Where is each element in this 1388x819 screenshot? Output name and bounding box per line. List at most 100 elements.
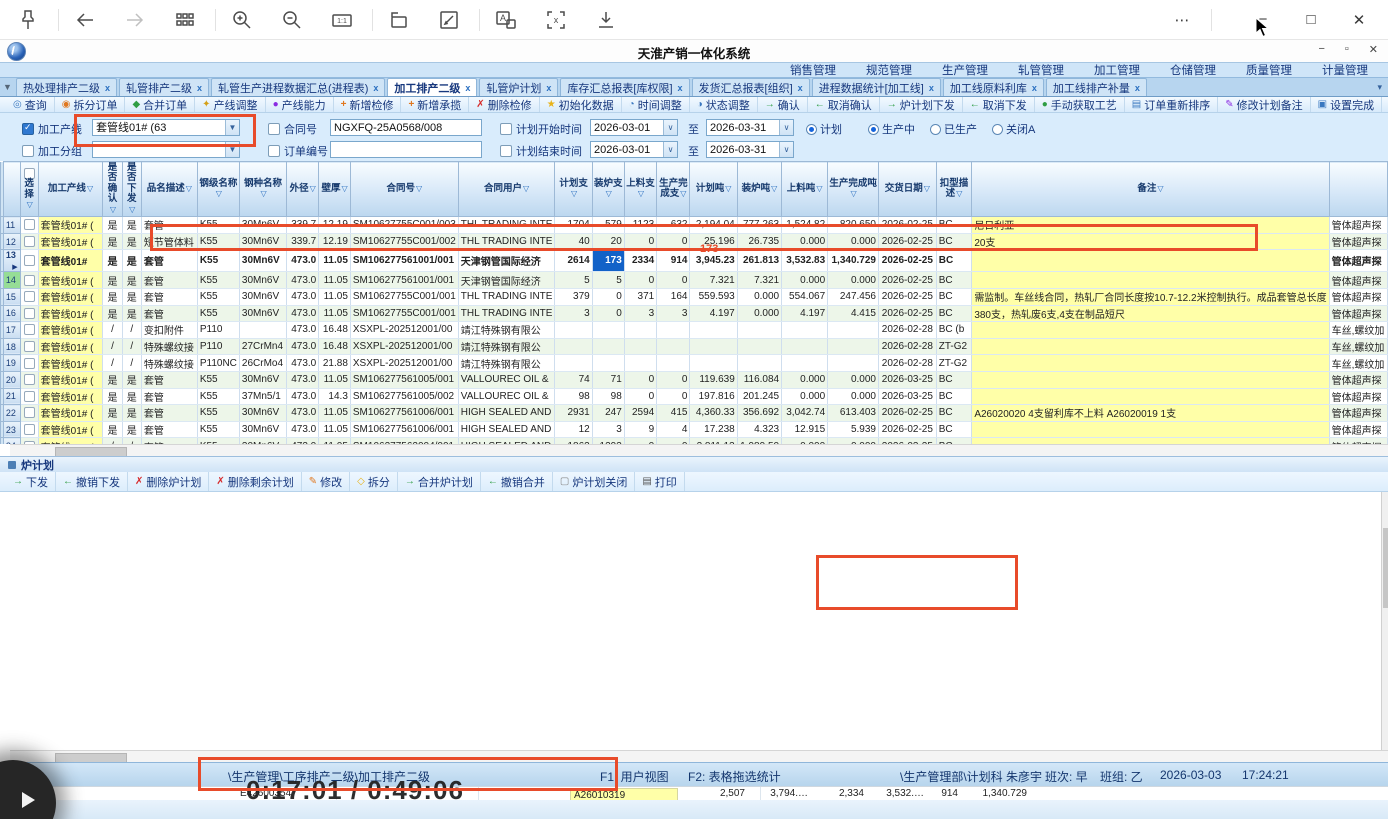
table-cell[interactable]: 0 (657, 388, 690, 405)
table-cell[interactable] (690, 322, 737, 339)
table-cell[interactable]: P110NC (197, 355, 239, 372)
filter-funnel-icon[interactable]: ▽ (771, 184, 777, 193)
filter-funnel-icon[interactable]: ▽ (416, 184, 422, 193)
tab[interactable]: 加工线原料利库x (943, 78, 1044, 96)
filter-funnel-icon[interactable]: ▽ (725, 184, 731, 193)
row-number[interactable]: 17 (3, 322, 20, 339)
table-cell[interactable]: BC (936, 272, 972, 289)
table-cell[interactable]: 0.000 (782, 388, 828, 405)
filter-funnel-icon[interactable]: ▽ (1157, 184, 1163, 193)
table-cell[interactable]: 是 (122, 288, 141, 305)
tab[interactable]: 库存汇总报表[库权限]x (560, 78, 689, 96)
tab[interactable]: 进程数据统计[加工线]x (812, 78, 941, 96)
toolbar-button[interactable]: ●手动获取工艺 (1035, 97, 1125, 112)
status-radio[interactable]: 已生产 (930, 121, 977, 137)
table-cell[interactable]: SM106277561005/001 (350, 371, 458, 388)
table-cell[interactable] (782, 322, 828, 339)
table-cell[interactable]: 3 (657, 305, 690, 322)
table-cell[interactable] (624, 338, 656, 355)
table-cell[interactable]: 11.05 (319, 371, 351, 388)
column-header[interactable]: 备注▽ (972, 162, 1329, 217)
table-cell[interactable]: 0.000 (737, 305, 781, 322)
table-cell[interactable]: 4 (657, 421, 690, 438)
more-menu-button[interactable]: ⋯ (1171, 11, 1193, 29)
table-cell[interactable] (828, 355, 879, 372)
table-cell[interactable]: / (122, 322, 141, 339)
tab-close-icon[interactable]: x (678, 83, 683, 93)
table-cell[interactable]: 3 (555, 305, 592, 322)
table-cell[interactable]: 是 (103, 371, 122, 388)
table-cell[interactable]: 4.323 (737, 421, 781, 438)
column-header[interactable]: 扣型描述▽ (936, 162, 972, 217)
table-cell[interactable]: P110 (197, 338, 239, 355)
table-cell[interactable]: 5.939 (828, 421, 879, 438)
table-cell[interactable]: XSXPL-202512001/00 (350, 322, 458, 339)
table-cell[interactable] (972, 272, 1329, 289)
toolbar-button[interactable]: ▢炉计划关闭 (553, 472, 635, 491)
column-header[interactable]: 品名描述▽ (141, 162, 197, 217)
column-header[interactable]: 合同号▽ (350, 162, 458, 217)
table-cell[interactable] (972, 322, 1329, 339)
toolbar-button[interactable]: ◇拆分 (350, 472, 398, 491)
inner-close-button[interactable]: ✕ (1369, 43, 1378, 56)
table-cell[interactable]: 管体超声探 (1329, 250, 1387, 272)
row-number[interactable]: 14 (3, 272, 20, 289)
table-cell[interactable]: 30Mn6V (239, 272, 286, 289)
toolbar-button[interactable]: ▣设置完成 (1311, 97, 1382, 112)
menu-item[interactable]: 生产管理 (942, 62, 988, 78)
tab-close-icon[interactable]: x (1135, 83, 1140, 93)
menu-item[interactable]: 质量管理 (1246, 62, 1292, 78)
table-cell[interactable]: 11.05 (319, 421, 351, 438)
table-cell[interactable]: 7.321 (737, 272, 781, 289)
table-cell[interactable]: 管体超声探 (1329, 288, 1387, 305)
table-cell[interactable]: 管体超声探 (1329, 371, 1387, 388)
table-cell[interactable]: 套管 (141, 288, 197, 305)
table-cell[interactable] (972, 388, 1329, 405)
toolbar-button[interactable]: ←取消确认 (808, 97, 880, 112)
table-cell[interactable] (972, 371, 1329, 388)
toolbar-button[interactable]: ←撤销合并 (481, 472, 553, 491)
table-cell[interactable]: 2026-03-25 (878, 388, 936, 405)
tab-close-icon[interactable]: x (798, 83, 803, 93)
table-cell[interactable]: HIGH SEALED AND (458, 421, 555, 438)
start-time-checkbox[interactable] (500, 123, 512, 135)
table-cell[interactable] (555, 322, 592, 339)
table-cell[interactable]: 套管 (141, 250, 197, 272)
table-row[interactable]: 18套管线01# (//特殊螺纹接P11027CrMn4473.016.48XS… (1, 338, 1388, 355)
tab-close-icon[interactable]: x (546, 83, 551, 93)
table-cell[interactable]: SM106277561006/001 (350, 405, 458, 422)
table-cell[interactable]: 0.000 (828, 272, 879, 289)
table-cell[interactable] (690, 338, 737, 355)
table-cell[interactable]: 473.0 (287, 322, 319, 339)
shape-tool-icon[interactable] (387, 8, 411, 32)
line-filter-checkbox[interactable] (22, 123, 34, 135)
table-cell[interactable]: 0.000 (782, 371, 828, 388)
table-cell[interactable]: K55 (197, 272, 239, 289)
scrollbar-thumb[interactable] (1383, 528, 1388, 608)
table-cell[interactable]: 管体超声探 (1329, 217, 1387, 234)
table-cell[interactable]: 是 (103, 288, 122, 305)
row-checkbox[interactable] (24, 308, 35, 319)
forward-icon[interactable] (123, 8, 147, 32)
table-cell[interactable]: 473.0 (287, 405, 319, 422)
maximize-button[interactable]: □ (1300, 11, 1322, 28)
table-cell[interactable]: 247.456 (828, 288, 879, 305)
table-cell[interactable]: 需监制。车丝线合同，热轧厂合同长度按10.7-12.2米控制执行。成品套管总长度 (972, 288, 1329, 305)
table-cell[interactable]: 是 (122, 388, 141, 405)
table-cell[interactable] (20, 355, 38, 372)
table-cell[interactable]: K55 (197, 250, 239, 272)
table-cell[interactable]: 套管线01# (38, 250, 103, 272)
tab[interactable]: 加工排产二级x (387, 78, 477, 96)
menu-item[interactable]: 仓储管理 (1170, 62, 1216, 78)
filter-funnel-icon[interactable]: ▽ (638, 189, 644, 198)
table-cell[interactable]: 管体超声探 (1329, 272, 1387, 289)
toolbar-button[interactable]: ▤订单重新排序 (1125, 97, 1218, 112)
table-cell[interactable]: / (103, 355, 122, 372)
table-cell[interactable]: 164 (657, 288, 690, 305)
table-cell[interactable]: K55 (197, 305, 239, 322)
table-cell[interactable]: 套管 (141, 272, 197, 289)
table-cell[interactable]: 车丝,螺纹加 (1329, 322, 1387, 339)
table-cell[interactable]: VALLOUREC OIL & (458, 371, 555, 388)
row-checkbox[interactable] (24, 391, 35, 402)
table-cell[interactable]: SM106277561006/001 (350, 421, 458, 438)
